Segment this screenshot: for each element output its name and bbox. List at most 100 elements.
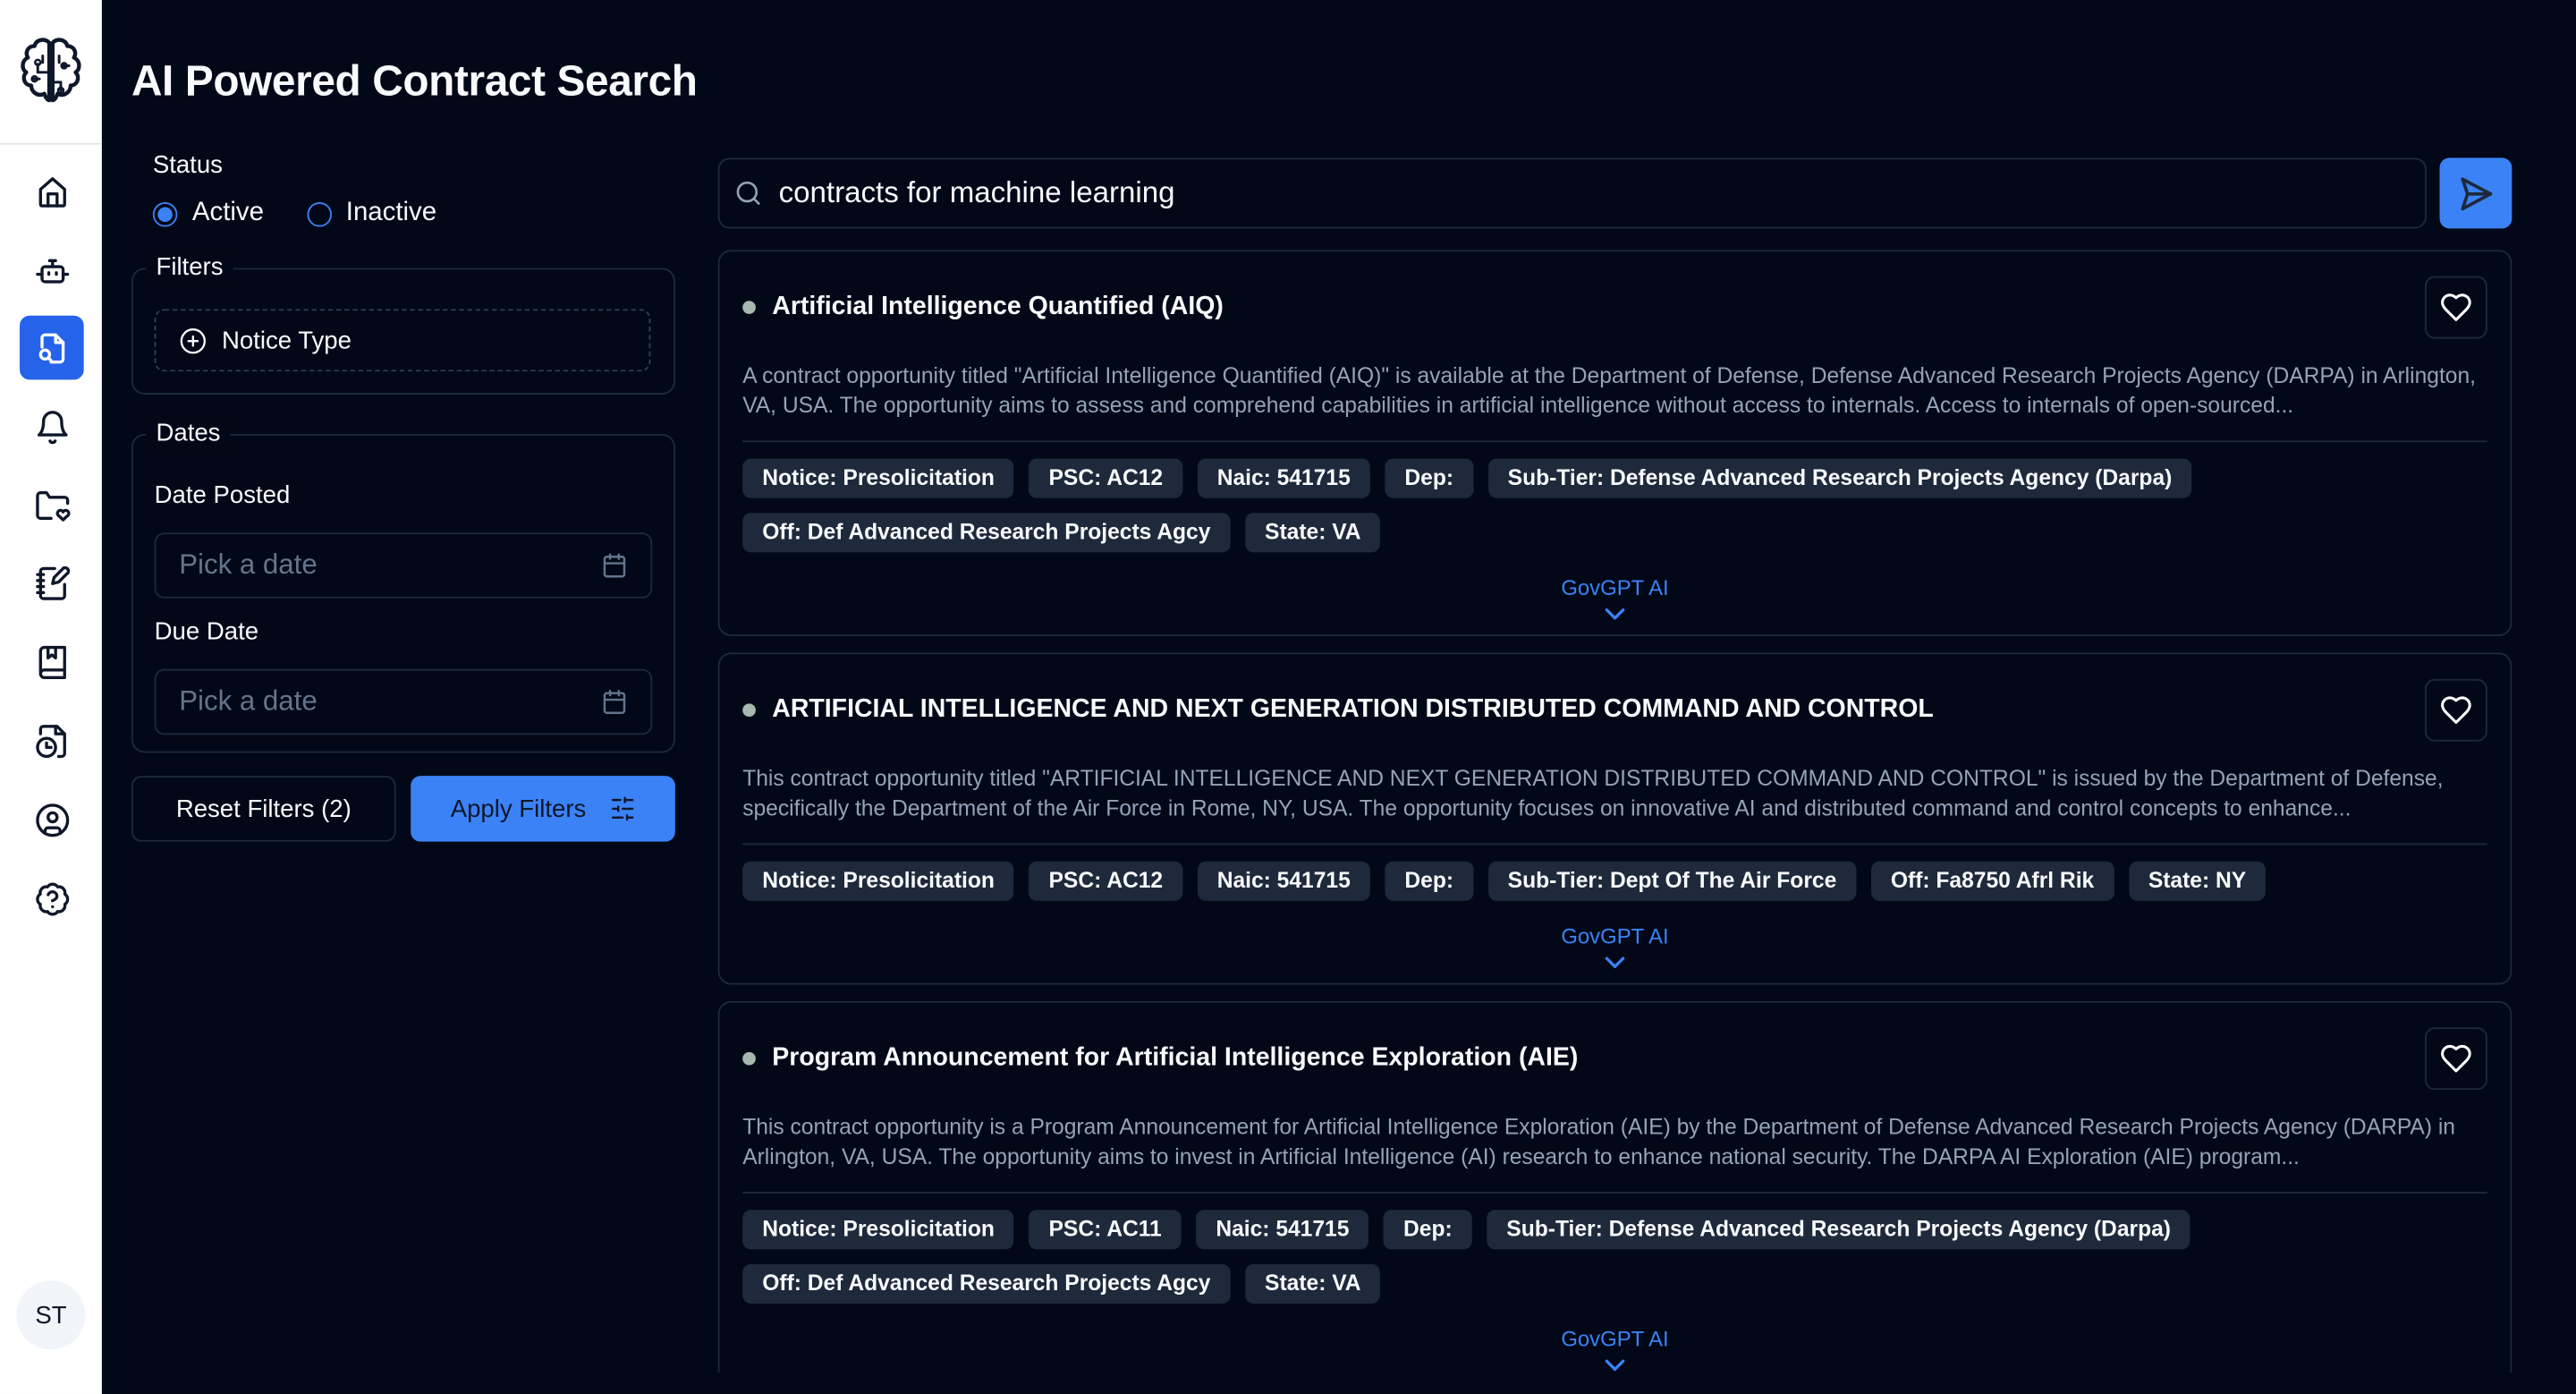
tag-chip: Dep: (1385, 458, 1474, 498)
help-badge-icon (35, 881, 69, 915)
tag-chip: State: VA (1245, 1263, 1381, 1304)
apply-filters-button[interactable]: Apply Filters (411, 776, 675, 842)
date-posted-picker[interactable]: Pick a date (154, 532, 653, 599)
sidebar-item-help[interactable] (20, 866, 84, 931)
tag-chip: Off: Def Advanced Research Projects Agcy (742, 1263, 1231, 1304)
sidebar-divider (0, 142, 102, 145)
heart-icon (2441, 696, 2471, 725)
dates-group: Dates Date Posted Pick a date Due Date P… (131, 417, 675, 753)
tag-chip: Naic: 541715 (1197, 458, 1370, 498)
send-icon (2461, 176, 2493, 210)
sidebar-item-profile[interactable] (20, 787, 84, 852)
avatar[interactable]: ST (16, 1280, 86, 1350)
sidebar-item-home[interactable] (20, 159, 84, 224)
heart-icon (2441, 293, 2471, 321)
govgpt-ai-label: GovGPT AI (1561, 575, 1669, 600)
card-description: A contract opportunity titled "Artificia… (742, 361, 2487, 443)
card-title[interactable]: Program Announcement for Artificial Inte… (772, 1044, 1578, 1074)
status-radio-group: Active Inactive (152, 199, 479, 228)
govgpt-ai-toggle[interactable]: GovGPT AI (742, 924, 2487, 970)
app-root: ST AI Powered Contract Search Status Act… (0, 0, 2576, 1394)
send-search-button[interactable] (2439, 157, 2512, 229)
file-search-icon (38, 332, 64, 363)
favorite-button[interactable] (2425, 678, 2487, 742)
status-dot (742, 1051, 756, 1066)
sidebar-item-bot[interactable] (20, 238, 84, 302)
card-title[interactable]: Artificial Intelligence Quantified (AIQ) (772, 293, 1224, 322)
status-dot (742, 703, 756, 718)
search-input[interactable] (778, 175, 2356, 211)
status-radio-inactive[interactable]: Inactive (306, 199, 436, 228)
tag-chip: PSC: AC11 (1029, 1210, 1182, 1250)
govgpt-ai-toggle[interactable]: GovGPT AI (742, 575, 2487, 621)
tag-chip: Off: Def Advanced Research Projects Agcy (742, 513, 1231, 553)
tag-chip: Notice: Presolicitation (742, 458, 1014, 498)
sidebar-item-book[interactable] (20, 630, 84, 694)
sliders-icon (611, 796, 633, 821)
tag-chip: Dep: (1385, 861, 1474, 901)
card-header: Program Announcement for Artificial Inte… (742, 1025, 2487, 1091)
sidebar-item-file-chart[interactable] (20, 709, 84, 773)
card-header: Artificial Intelligence Quantified (AIQ) (742, 275, 2487, 340)
card-tags: Notice: Presolicitation PSC: AC12 Naic: 54… (742, 861, 2487, 901)
status-label: Status (152, 151, 223, 180)
card-title-wrap[interactable]: ARTIFICIAL INTELLIGENCE AND NEXT GENERAT… (742, 695, 1934, 725)
card-title-wrap[interactable]: Artificial Intelligence Quantified (AIQ) (742, 293, 1224, 322)
radio-checked-indicator (152, 201, 178, 226)
due-date-picker[interactable]: Pick a date (154, 668, 653, 735)
govgpt-ai-toggle[interactable]: GovGPT AI (742, 1327, 2487, 1373)
chevron-down-icon (1605, 956, 1625, 968)
notice-type-filter-button[interactable]: Notice Type (154, 309, 651, 372)
govgpt-ai-label: GovGPT AI (1561, 1326, 1669, 1352)
plus-circle-icon (180, 327, 206, 353)
dates-legend: Dates (146, 417, 231, 451)
reset-filters-button[interactable]: Reset Filters (2) (131, 776, 396, 842)
card-title[interactable]: ARTIFICIAL INTELLIGENCE AND NEXT GENERAT… (772, 695, 1933, 725)
date-posted-placeholder: Pick a date (179, 548, 318, 581)
result-card: Program Announcement for Artificial Inte… (717, 1000, 2512, 1373)
page-title: AI Powered Contract Search (131, 55, 698, 106)
favorite-button[interactable] (2425, 1027, 2487, 1091)
tag-chip: PSC: AC12 (1029, 861, 1183, 901)
sidebar-item-notifications[interactable] (20, 395, 84, 459)
home-icon (38, 176, 66, 207)
card-header: ARTIFICIAL INTELLIGENCE AND NEXT GENERAT… (742, 677, 2487, 743)
chevron-down-icon (1605, 1359, 1625, 1372)
sidebar-item-saved-folder[interactable] (20, 473, 84, 538)
heart-icon (2441, 1044, 2471, 1073)
tag-chip: PSC: AC12 (1029, 458, 1183, 498)
result-card: Artificial Intelligence Quantified (AIQ)… (717, 250, 2512, 637)
chevron-down-icon (1605, 608, 1625, 620)
favorite-button[interactable] (2425, 276, 2487, 339)
card-description: This contract opportunity titled "ARTIFI… (742, 764, 2487, 846)
folder-heart-icon (35, 490, 70, 521)
tag-chip: Naic: 541715 (1197, 861, 1370, 901)
card-tags: Notice: Presolicitation PSC: AC12 Naic: 54… (742, 458, 2487, 553)
results-list: Artificial Intelligence Quantified (AIQ)… (717, 250, 2512, 1373)
tag-chip: Sub-Tier: Defense Advanced Research Proj… (1487, 458, 2192, 498)
filters-legend: Filters (146, 251, 233, 285)
calendar-icon (603, 553, 626, 578)
result-card: ARTIFICIAL INTELLIGENCE AND NEXT GENERAT… (717, 652, 2512, 985)
brain-circuit-icon[interactable] (15, 33, 88, 112)
status-dot (742, 301, 756, 314)
tag-chip: Naic: 541715 (1196, 1210, 1369, 1250)
govgpt-ai-label: GovGPT AI (1561, 923, 1669, 949)
filters-group: Filters Notice Type (131, 251, 675, 395)
search-box (717, 157, 2427, 229)
date-posted-label: Date Posted (154, 481, 291, 510)
bot-icon (35, 258, 69, 283)
status-radio-active[interactable]: Active (152, 199, 264, 228)
sidebar-item-contract-search[interactable] (20, 315, 84, 380)
sidebar-item-notebook[interactable] (20, 550, 84, 615)
tag-chip: Sub-Tier: Defense Advanced Research Proj… (1487, 1210, 2191, 1250)
file-chart-icon (35, 724, 66, 758)
user-circle-icon (35, 803, 69, 837)
radio-unchecked-indicator (306, 201, 332, 226)
tag-chip: State: NY (2128, 861, 2267, 901)
card-title-wrap[interactable]: Program Announcement for Artificial Inte… (742, 1044, 1578, 1074)
radio-label: Active (191, 199, 264, 227)
notebook-pen-icon (35, 565, 70, 599)
tag-chip: Sub-Tier: Dept Of The Air Force (1487, 861, 1857, 901)
bell-icon (37, 410, 67, 444)
